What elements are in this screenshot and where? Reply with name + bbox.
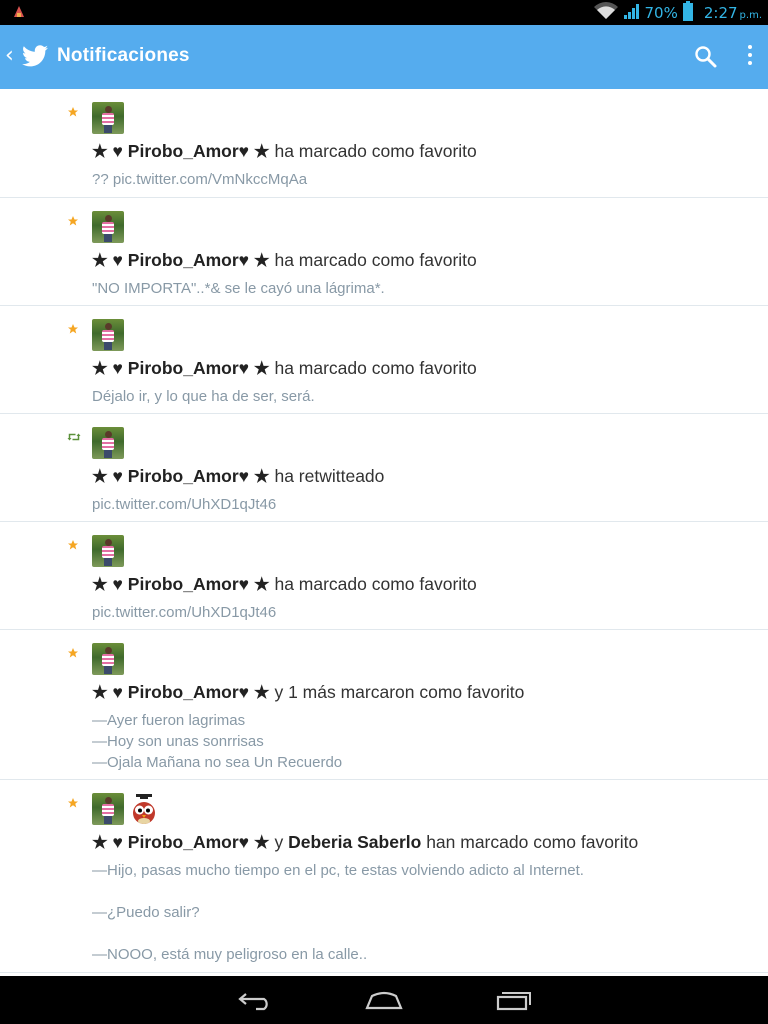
tweet-line: ?? pic.twitter.com/VmNkccMqAa: [92, 171, 308, 188]
page-title: Notificaciones: [57, 45, 190, 66]
action-text: ha retwitteado: [269, 466, 385, 486]
notification-item[interactable]: ★ ♥ Pirobo_Amor♥ ★ ha marcado como favor…: [0, 198, 768, 306]
user-name[interactable]: ★ ♥ Pirobo_Amor♥ ★: [92, 574, 270, 594]
star-icon: [67, 536, 81, 550]
user-name[interactable]: ★ ♥ Pirobo_Amor♥ ★: [92, 250, 270, 270]
notification-item[interactable]: ★ ♥ Pirobo_Amor♥ ★ y 1 más marcaron como…: [0, 630, 768, 780]
action-text: ha marcado como favorito: [269, 250, 477, 270]
avatar[interactable]: [92, 211, 124, 243]
notification-headline: ★ ♥ Pirobo_Amor♥ ★ ha marcado como favor…: [92, 574, 477, 595]
clock-suffix: p.m.: [739, 9, 762, 21]
clock-time: 2:27: [703, 3, 738, 22]
action-text: ha marcado como favorito: [269, 574, 477, 594]
notification-item[interactable]: ★ ♥ Pirobo_Amor♥ ★ ha marcado como favor…: [0, 306, 768, 414]
star-icon: [67, 644, 81, 658]
notification-headline: ★ ♥ Pirobo_Amor♥ ★ ha retwitteado: [92, 466, 384, 487]
avatar[interactable]: [92, 793, 124, 825]
overflow-menu-icon[interactable]: [743, 43, 757, 71]
notification-headline: ★ ♥ Pirobo_Amor♥ ★ ha marcado como favor…: [92, 141, 477, 162]
tweet-text: —Hijo, pasas mucho tiempo en el pc, te e…: [92, 860, 584, 965]
action-text: ha marcado como favorito: [269, 141, 477, 161]
tweet-line: —Ayer fueron lagrimas: [92, 712, 246, 729]
tweet-line: Déjalo ir, y lo que ha de ser, será.: [92, 388, 315, 405]
app-bar: ‹ Notificaciones: [0, 25, 768, 89]
user-name[interactable]: ★ ♥ Pirobo_Amor♥ ★: [92, 141, 270, 161]
tweet-text: —Ayer fueron lagrimas —Hoy son unas sonr…: [92, 710, 342, 773]
notification-item[interactable]: ★ ♥ Pirobo_Amor♥ ★ ha marcado como favor…: [0, 89, 768, 198]
notification-app-icon: [12, 4, 26, 23]
star-icon: [67, 212, 81, 226]
star-icon: [67, 320, 81, 334]
tweet-line: —Ojala Mañana no sea Un Recuerdo: [92, 754, 343, 771]
status-bar: 70% 2:27 p.m.: [0, 0, 768, 25]
avatar[interactable]: [92, 427, 124, 459]
notification-headline: ★ ♥ Pirobo_Amor♥ ★ y Deberia Saberlo han…: [92, 832, 638, 853]
tweet-line: —NOOO, está muy peligroso en la calle..: [92, 946, 368, 963]
avatar[interactable]: [92, 102, 124, 134]
battery-percent: 70%: [644, 3, 678, 22]
recent-apps-nav-icon[interactable]: [494, 988, 534, 1016]
search-icon[interactable]: [694, 45, 718, 73]
notification-list: ★ ♥ Pirobo_Amor♥ ★ ha marcado como favor…: [0, 89, 768, 973]
notification-item[interactable]: ★ ♥ Pirobo_Amor♥ ★ ha retwitteado pic.tw…: [0, 414, 768, 522]
avatar[interactable]: [92, 319, 124, 351]
tweet-line: [92, 923, 584, 944]
notification-item[interactable]: ★ ♥ Pirobo_Amor♥ ★ y Deberia Saberlo han…: [0, 780, 768, 973]
system-nav-bar: [0, 976, 768, 1024]
tweet-line: pic.twitter.com/UhXD1qJt46: [92, 496, 277, 513]
user-name-2[interactable]: Deberia Saberlo: [288, 832, 421, 852]
tweet-line: pic.twitter.com/UhXD1qJt46: [92, 604, 277, 621]
action-text: y 1 más marcaron como favorito: [269, 682, 525, 702]
tweet-line: —Hoy son unas sonrrisas: [92, 733, 264, 750]
tweet-line: —Hijo, pasas mucho tiempo en el pc, te e…: [92, 862, 584, 879]
connector-text: y: [269, 832, 289, 852]
action-text: ha marcado como favorito: [269, 358, 477, 378]
battery-icon: [682, 0, 694, 25]
home-nav-icon[interactable]: [364, 988, 404, 1016]
star-icon: [67, 103, 81, 117]
wifi-icon: [593, 1, 619, 24]
retweet-icon: [67, 428, 81, 442]
avatar[interactable]: [92, 643, 124, 675]
signal-icon: [623, 2, 641, 24]
notification-headline: ★ ♥ Pirobo_Amor♥ ★ ha marcado como favor…: [92, 250, 477, 271]
action-text: han marcado como favorito: [421, 832, 639, 852]
tweet-line: —¿Puedo salir?: [92, 904, 200, 921]
avatar-owl[interactable]: [128, 793, 160, 825]
user-name[interactable]: ★ ♥ Pirobo_Amor♥ ★: [92, 466, 270, 486]
tweet-text: pic.twitter.com/UhXD1qJt46: [92, 494, 276, 515]
tweet-text: Déjalo ir, y lo que ha de ser, será.: [92, 386, 315, 407]
tweet-line: "NO IMPORTA"..*& se le cayó una lágrima*…: [92, 280, 385, 297]
user-name[interactable]: ★ ♥ Pirobo_Amor♥ ★: [92, 682, 270, 702]
back-nav-icon[interactable]: [236, 988, 276, 1016]
tweet-text: ?? pic.twitter.com/VmNkccMqAa: [92, 169, 307, 190]
back-chevron-icon[interactable]: ‹: [5, 43, 14, 68]
avatar[interactable]: [92, 535, 124, 567]
tweet-line: [92, 881, 584, 902]
tweet-text: "NO IMPORTA"..*& se le cayó una lágrima*…: [92, 278, 385, 299]
twitter-bird-icon[interactable]: [22, 45, 48, 71]
user-name[interactable]: ★ ♥ Pirobo_Amor♥ ★: [92, 832, 270, 852]
tweet-text: pic.twitter.com/UhXD1qJt46: [92, 602, 276, 623]
notification-item[interactable]: ★ ♥ Pirobo_Amor♥ ★ ha marcado como favor…: [0, 522, 768, 630]
notification-headline: ★ ♥ Pirobo_Amor♥ ★ ha marcado como favor…: [92, 358, 477, 379]
user-name[interactable]: ★ ♥ Pirobo_Amor♥ ★: [92, 358, 270, 378]
star-icon: [67, 794, 81, 808]
notification-headline: ★ ♥ Pirobo_Amor♥ ★ y 1 más marcaron como…: [92, 682, 524, 703]
